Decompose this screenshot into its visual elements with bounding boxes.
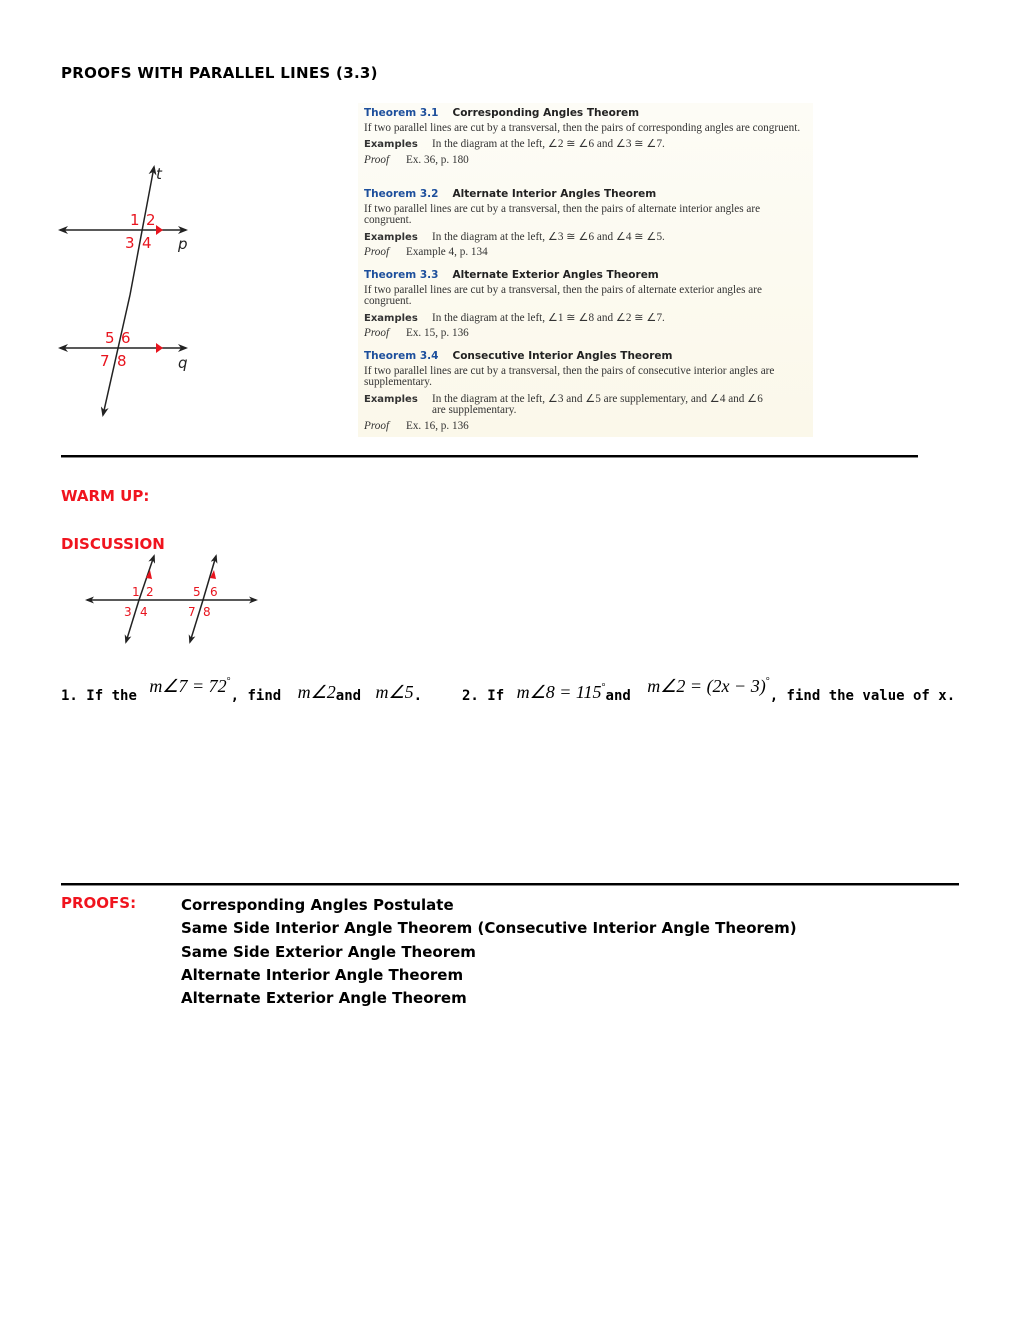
parallel-lines-diagram: t p q 1 2 3 4 5 6 7 8 [58, 165, 188, 417]
proof-item: Corresponding Angles Postulate [181, 896, 454, 914]
angle-label: 3 [124, 605, 132, 619]
angle-label: 1 [132, 585, 140, 599]
proof-ref: Ex. 16, p. 136 [406, 419, 469, 432]
parallel-mark-icon [156, 343, 163, 353]
theorem-box: Theorem 3.1 Corresponding Angles Theorem … [358, 103, 813, 437]
theorem-name: Alternate Exterior Angles Theorem [452, 269, 659, 281]
proof-label: Proof [364, 153, 390, 166]
theorem-statement: If two parallel lines are cut by a trans… [364, 283, 762, 307]
math-text: m∠2 = (2x − 3) [647, 676, 766, 696]
theorem-statement: If two parallel lines are cut by a trans… [364, 202, 761, 226]
examples-label: Examples [364, 393, 418, 405]
angle-label: 8 [117, 352, 127, 370]
math-text: m∠7 = 72 [149, 676, 227, 696]
angle-label: 7 [100, 352, 110, 370]
line-label-p: p [177, 235, 188, 253]
theorem-name: Consecutive Interior Angles Theorem [452, 350, 673, 362]
proof-label: Proof [364, 327, 390, 339]
angle-label: 2 [146, 585, 154, 599]
question-text: . [413, 688, 423, 704]
proof-item: Alternate Interior Angle Theorem [181, 965, 464, 984]
math-expression: m∠2 = (2x − 3)° [647, 676, 769, 696]
theorem-statement: If two parallel lines are cut by a trans… [364, 364, 775, 388]
examples-text: In the diagram at the left, ∠1 ≅ ∠8 and … [432, 311, 665, 324]
degree-symbol: ° [226, 676, 231, 687]
angle-label: 1 [130, 211, 140, 229]
theorem-name: Alternate Interior Angles Theorem [452, 188, 657, 200]
examples-text: In the diagram at the left, ∠3 ≅ ∠6 and … [432, 230, 665, 243]
angle-label: 5 [105, 329, 115, 347]
examples-label: Examples [364, 231, 418, 243]
transversal-label: t [156, 165, 163, 183]
angle-label: 2 [146, 211, 156, 229]
theorem-name: Corresponding Angles Theorem [452, 107, 640, 119]
question-text: and [605, 688, 631, 704]
math-expression: m∠7 = 72° [149, 676, 230, 696]
warm-up-heading: WARM UP: [61, 487, 150, 505]
math-expression: m∠5 [375, 682, 414, 702]
page-title: PROOFS WITH PARALLEL LINES (3.3) [61, 64, 378, 82]
question-1: 1. If the m∠7 = 72°, find m∠2and m∠5. [61, 676, 423, 705]
math-expression: m∠2 [297, 682, 336, 702]
theorem-statement: If two parallel lines are cut by a trans… [364, 121, 801, 134]
angle-label: 4 [140, 605, 148, 619]
question-number: 2. [462, 688, 479, 704]
question-text: If [487, 688, 505, 704]
discussion-diagram: 1 2 3 4 5 6 7 8 [85, 554, 258, 644]
parallel-mark-icon [156, 225, 163, 235]
proof-item: Same Side Interior Angle Theorem (Consec… [181, 919, 797, 938]
angle-label: 8 [203, 605, 211, 619]
question-text: , find the value of x. [769, 688, 956, 704]
angle-label: 6 [121, 329, 131, 347]
degree-symbol: ° [765, 676, 770, 687]
examples-label: Examples [364, 139, 418, 150]
math-text: m∠8 = 115 [516, 682, 602, 702]
proofs-heading: PROOFS: [61, 894, 137, 912]
theorem-number: Theorem 3.3 [364, 269, 439, 281]
angle-label: 7 [188, 605, 196, 619]
question-text: If the [86, 688, 137, 704]
line-label-q: q [178, 354, 188, 372]
section-divider [61, 883, 959, 885]
theorem-number: Theorem 3.4 [364, 350, 439, 362]
math-expression: m∠8 = 115° [517, 682, 606, 702]
question-number: 1. [61, 688, 78, 704]
proof-ref: Ex. 36, p. 180 [406, 153, 469, 166]
question-2: 2. If m∠8 = 115°and m∠2 = (2x − 3)°, fin… [462, 676, 956, 705]
examples-label: Examples [364, 312, 418, 324]
section-divider [61, 455, 918, 457]
theorem-3-4: Theorem 3.4 Consecutive Interior Angles T… [364, 350, 804, 432]
theorem-number: Theorem 3.2 [364, 188, 439, 200]
examples-text: In the diagram at the left, ∠3 and ∠5 ar… [432, 392, 763, 416]
proofs-list: Corresponding Angles Postulate Same Side… [181, 894, 797, 1010]
angle-label: 3 [125, 234, 135, 252]
proof-label: Proof [364, 246, 390, 258]
theorem-3-2: Theorem 3.2 Alternate Interior Angles The… [364, 188, 804, 259]
theorem-3-1: Theorem 3.1 Corresponding Angles Theorem … [364, 107, 804, 166]
theorem-number: Theorem 3.1 [364, 107, 439, 119]
angle-label: 5 [193, 585, 201, 599]
degree-symbol: ° [601, 682, 606, 693]
question-text: , find [230, 688, 282, 704]
proof-label: Proof [364, 419, 390, 432]
proof-item: Same Side Exterior Angle Theorem [181, 942, 476, 961]
transversal-t [129, 165, 157, 296]
proof-ref: Example 4, p. 134 [406, 246, 488, 258]
angle-label: 6 [210, 585, 218, 599]
theorem-3-3: Theorem 3.3 Alternate Exterior Angles The… [364, 269, 804, 340]
examples-text: In the diagram at the left, ∠2 ≅ ∠6 and … [432, 138, 665, 150]
angle-label: 4 [142, 234, 152, 252]
proof-ref: Ex. 15, p. 136 [406, 327, 469, 339]
question-text: and [335, 688, 362, 704]
proof-item: Alternate Exterior Angle Theorem [181, 989, 467, 1008]
